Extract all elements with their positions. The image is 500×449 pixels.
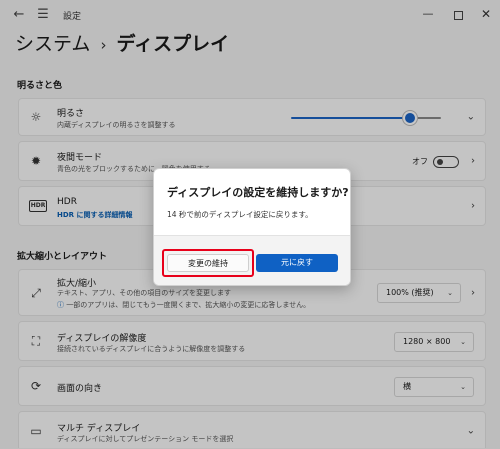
keep-display-settings-dialog: ディスプレイの設定を維持しますか? 14 秒で前のディスプレイ設定に戻ります。 … [153, 168, 351, 286]
dialog-title: ディスプレイの設定を維持しますか? [167, 186, 349, 199]
keep-changes-button[interactable]: 変更の維持 [167, 254, 249, 272]
dialog-footer: 変更の維持 元に戻す [154, 235, 350, 285]
revert-button[interactable]: 元に戻す [256, 254, 338, 272]
dialog-message: 14 秒で前のディスプレイ設定に戻ります。 [167, 210, 313, 219]
settings-window: ← ☰ 設定 — ✕ システム › ディスプレイ 明るさと色 ☼ 明るさ 内蔵ディス… [0, 0, 500, 449]
